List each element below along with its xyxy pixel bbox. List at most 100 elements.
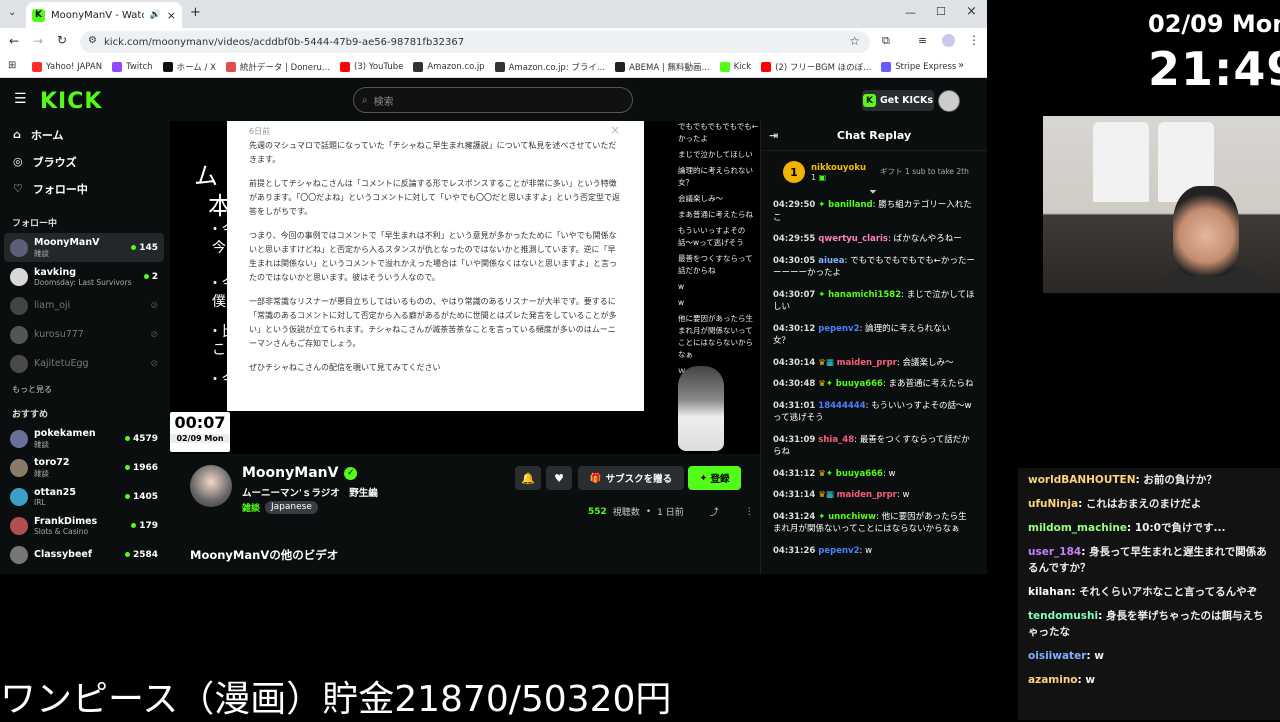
hamburger-menu-icon[interactable]: ☰	[14, 91, 27, 107]
url-field[interactable]: ⚙ kick.com/moonymanv/videos/acddbf0b-544…	[80, 31, 870, 53]
avatar	[10, 325, 28, 344]
site-info-icon[interactable]: ⚙	[88, 35, 97, 46]
window-close-icon[interactable]: ×	[966, 4, 977, 19]
chat-text: ばかなんやろねー	[893, 234, 962, 244]
chat-username[interactable]: banilland	[828, 200, 872, 210]
bookmark-item[interactable]: Stripe Express	[881, 61, 956, 72]
avatar	[10, 267, 28, 286]
sidebar-channel[interactable]: ottan25 IRL 1405	[0, 482, 168, 511]
bookmark-star-icon[interactable]: ☆	[849, 34, 860, 48]
minimize-icon[interactable]: —	[905, 6, 916, 19]
sidebar-channel[interactable]: pokekamen 雑談 4579	[0, 424, 168, 453]
tab-kick[interactable]: K MoonyManV - Watch the V 🔊 ×	[26, 2, 182, 28]
avatar	[10, 458, 28, 477]
sidebar-channel[interactable]: kavking Doomsday: Last Survivors 2	[0, 262, 168, 291]
sidebar-channel[interactable]: Classybeef 2584	[0, 540, 168, 569]
bookmark-favicon-icon	[719, 61, 730, 72]
doc-close-icon: ×	[609, 123, 620, 137]
bookmark-item[interactable]: (3) YouTube	[340, 61, 403, 72]
chat-username[interactable]: maiden_prpr	[837, 358, 897, 368]
channel-avatar[interactable]	[190, 465, 232, 507]
chat-username[interactable]: buuya666	[836, 469, 883, 479]
kick-logo[interactable]: KICK	[40, 89, 102, 114]
bookmark-item[interactable]: 統計データ | Doneru...	[225, 61, 330, 73]
expand-icon[interactable]: ⏷	[869, 187, 877, 198]
stream-title: ムーニーマン'ｓラジオ 野生編	[242, 488, 378, 499]
chat-timestamp: 04:29:55	[773, 234, 816, 244]
subscriber-badge-icon: ▦	[825, 357, 837, 368]
chat-username[interactable]: hanamichi1582	[828, 290, 901, 300]
stream-chat-text: お前の負けか？	[1143, 474, 1217, 486]
forward-icon[interactable]: →	[33, 34, 43, 48]
tab-close-icon[interactable]: ×	[167, 9, 176, 22]
chat-username[interactable]: pepenv2	[818, 324, 859, 334]
collapse-chat-icon[interactable]: ⇥	[769, 129, 778, 142]
bookmark-item[interactable]: Yahoo! JAPAN	[32, 61, 102, 72]
video-player[interactable]: ム 本 ・今 今 ・今 僕 ・比 こ ・今 6日前 × 先週のマシュマロで話題に…	[170, 121, 760, 454]
sidebar-channel[interactable]: toro72 雑談 1966	[0, 453, 168, 482]
apps-icon[interactable]: ⊞	[8, 60, 16, 71]
bookmark-item[interactable]: Twitch	[112, 61, 153, 72]
extensions-icon[interactable]: ⧉	[882, 34, 890, 48]
avatar	[10, 545, 28, 564]
maximize-icon[interactable]: ☐	[936, 5, 946, 18]
chat-messages: 04:29:50 ✦ banilland: 勝ち組カテゴリー入れたこ 04:29:5…	[761, 193, 987, 572]
subscriber-badge-icon: ▦	[825, 490, 837, 500]
audio-icon[interactable]: 🔊	[150, 10, 161, 20]
new-tab-icon[interactable]: +	[190, 5, 201, 20]
bookmarks-overflow-icon[interactable]: »	[958, 60, 964, 71]
chat-username[interactable]: shia_48	[818, 435, 854, 445]
bookmark-item[interactable]: (2) フリーBGM ほのぼ...	[761, 61, 871, 73]
bookmark-item[interactable]: ABEMA | 無料動画...	[615, 61, 710, 73]
chat-username[interactable]: 18444444	[818, 401, 865, 411]
nav-browse[interactable]: ◎ ブラウズ	[0, 148, 168, 175]
chat-username[interactable]: maiden_prpr	[837, 490, 897, 500]
sidebar-channel[interactable]: FrankDimes Slots & Casino 179	[0, 511, 168, 540]
search-input[interactable]: ⌕ 検索	[353, 87, 633, 113]
offline-icon: ⊘	[150, 300, 158, 311]
chat-username[interactable]: qwertyu_claris	[818, 234, 888, 244]
user-avatar[interactable]	[938, 90, 960, 112]
share-icon[interactable]: ⤴	[710, 505, 719, 518]
chat-text: w	[902, 490, 910, 500]
show-more-link[interactable]: もっと見る	[0, 384, 168, 395]
gift-sub-button[interactable]: 🎁 サブスクを贈る	[578, 466, 684, 490]
sidebar-channel[interactable]: KajitetuEgg ⊘	[0, 349, 168, 378]
chat-username[interactable]: pepenv2	[818, 546, 859, 556]
bookmark-item[interactable]: Amazon.co.jp	[413, 61, 485, 72]
sidebar-channel[interactable]: liam_oji ⊘	[0, 291, 168, 320]
more-videos-title: MoonyManVの他のビデオ	[190, 548, 339, 562]
more-options-icon[interactable]: ⋮	[745, 507, 754, 517]
back-icon[interactable]: ←	[9, 34, 19, 48]
follow-heart-button[interactable]: ♥	[546, 466, 572, 490]
bookmark-item[interactable]: Kick	[719, 61, 751, 72]
chat-username[interactable]: aiuea	[818, 256, 844, 266]
get-kicks-button[interactable]: K Get KICKs	[862, 90, 934, 111]
chat-message: 04:30:12 pepenv2: 論理的に考えられない 女？	[773, 323, 959, 347]
avatar	[10, 296, 28, 315]
crown-badge-icon: ♛	[818, 468, 826, 479]
chat-username[interactable]: buuya666	[836, 379, 883, 389]
menu-icon[interactable]: ⋮	[968, 33, 980, 47]
language-tag[interactable]: Japanese	[265, 501, 318, 514]
notification-bell-button[interactable]: 🔔	[515, 466, 541, 490]
bookmark-item[interactable]: Amazon.co.jp: ブライ...	[494, 61, 605, 73]
profile-icon[interactable]	[942, 34, 955, 47]
category-tag[interactable]: 雑談	[242, 501, 260, 514]
sparkle-icon: ✦	[699, 472, 708, 484]
sidebar-channel[interactable]: MoonyManV 雑談 145	[4, 233, 164, 262]
chat-username[interactable]: unnchiww	[828, 512, 876, 522]
reload-icon[interactable]: ↻	[57, 33, 67, 47]
tab-search-icon[interactable]: ⌄	[8, 7, 16, 18]
nav-home[interactable]: ⌂ ホーム	[0, 121, 168, 148]
bookmark-item[interactable]: ホーム / X	[162, 61, 216, 73]
bookmark-favicon-icon	[413, 61, 424, 72]
media-icon[interactable]: ≡	[918, 34, 927, 47]
sidebar-channel[interactable]: kurosu777 ⊘	[0, 320, 168, 349]
subscribe-button[interactable]: ✦ 登録	[688, 466, 741, 490]
offline-icon: ⊘	[150, 358, 158, 369]
nav-following[interactable]: ♡ フォロー中	[0, 175, 168, 202]
home-icon: ⌂	[13, 128, 21, 141]
channel-name[interactable]: MoonyManV ✓	[242, 465, 358, 481]
stream-chat-text: w	[1094, 650, 1104, 662]
